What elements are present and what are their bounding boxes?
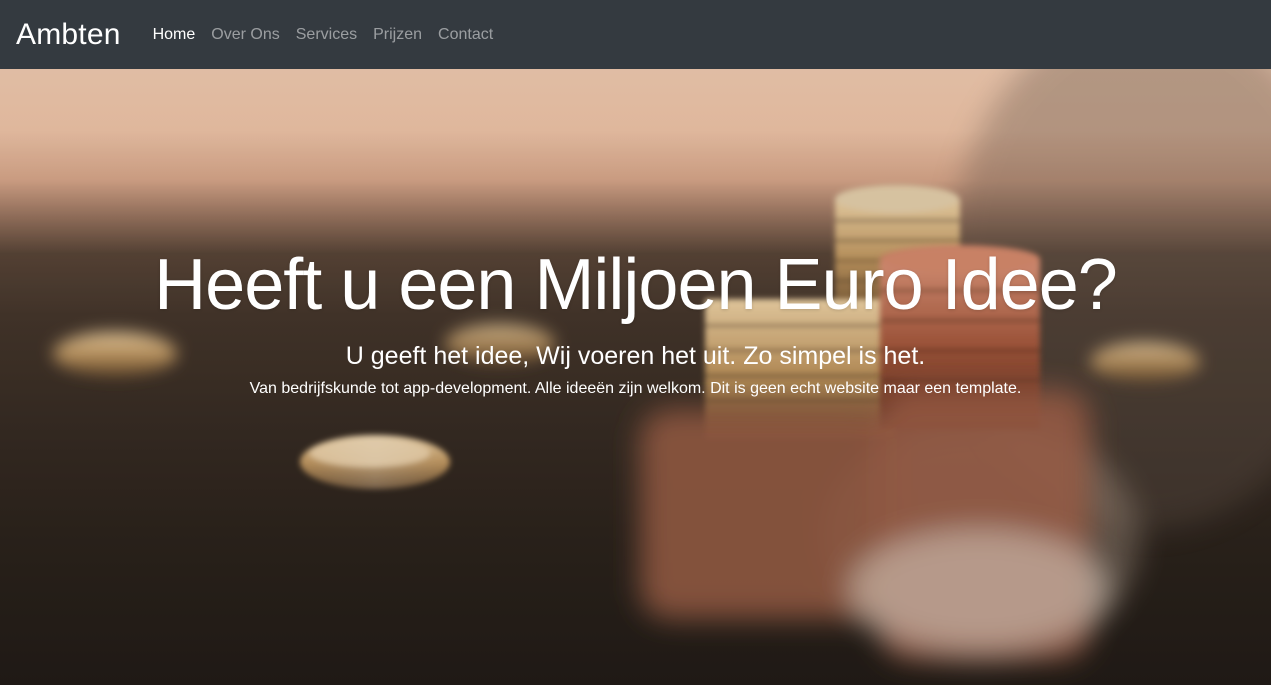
nav-item-home: Home: [145, 18, 204, 52]
navbar: Ambten Home Over Ons Services Prijzen Co…: [0, 0, 1271, 69]
nav-link-prijzen[interactable]: Prijzen: [365, 18, 430, 52]
nav-link-services[interactable]: Services: [288, 18, 365, 52]
nav-link-contact[interactable]: Contact: [430, 18, 501, 52]
hero-lead-text: Van bedrijfskunde tot app-development. A…: [249, 380, 1022, 397]
nav-item-prijzen: Prijzen: [365, 18, 430, 52]
nav-menu: Home Over Ons Services Prijzen Contact: [145, 18, 502, 52]
nav-link-home[interactable]: Home: [145, 18, 204, 52]
hero-section: Heeft u een Miljoen Euro Idee? U geeft h…: [0, 69, 1271, 685]
brand-logo[interactable]: Ambten: [16, 18, 121, 52]
hero-title: Heeft u een Miljoen Euro Idee?: [154, 245, 1118, 325]
nav-item-services: Services: [288, 18, 365, 52]
nav-link-over-ons[interactable]: Over Ons: [203, 18, 287, 52]
nav-item-contact: Contact: [430, 18, 501, 52]
hero-subtitle: U geeft het idee, Wij voeren het uit. Zo…: [345, 342, 926, 370]
nav-item-over-ons: Over Ons: [203, 18, 287, 52]
hero-content: Heeft u een Miljoen Euro Idee? U geeft h…: [0, 69, 1271, 685]
